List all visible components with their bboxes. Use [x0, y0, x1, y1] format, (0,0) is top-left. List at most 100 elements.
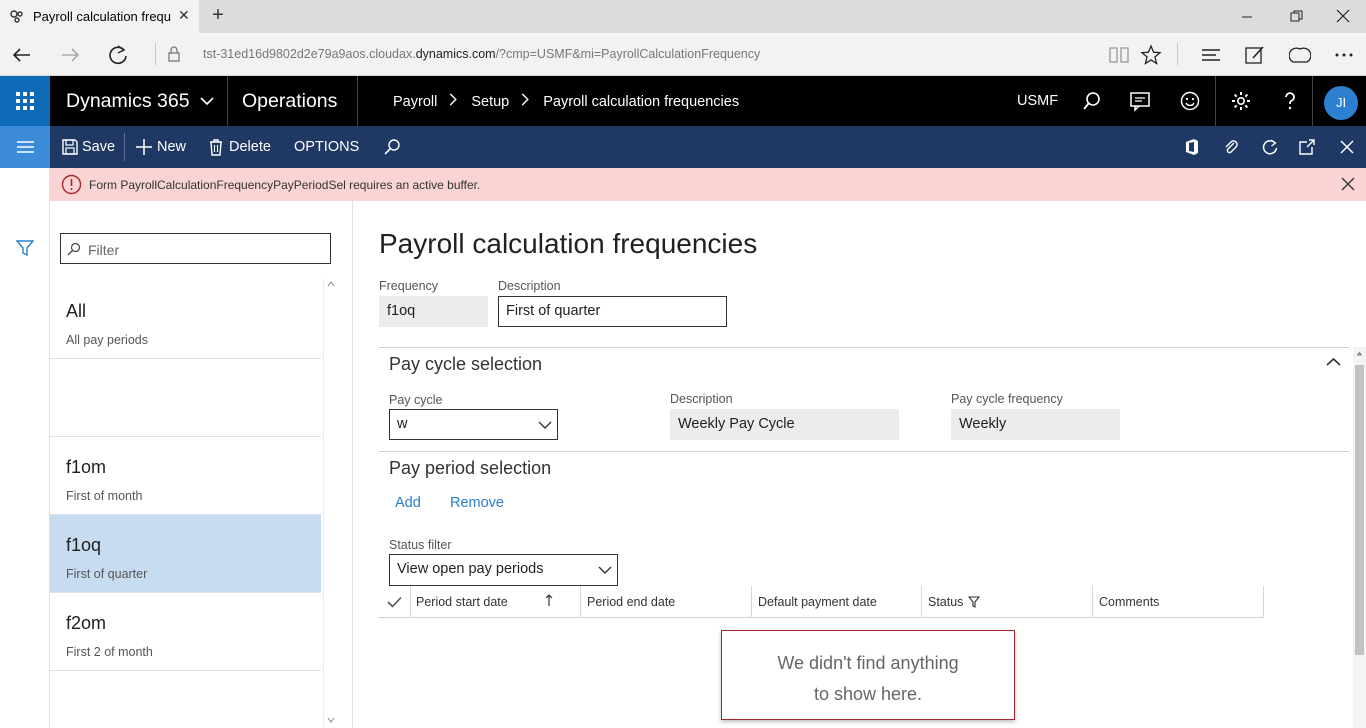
more-options-icon[interactable] — [1333, 44, 1355, 66]
breadcrumb-current[interactable]: Payroll calculation frequencies — [543, 94, 739, 110]
filter-placeholder: Filter — [88, 242, 120, 258]
select-all-column[interactable] — [379, 586, 411, 618]
list-item-title: f1oq — [66, 535, 102, 555]
breadcrumb-payroll[interactable]: Payroll — [393, 94, 437, 110]
topbar-divider — [227, 76, 228, 126]
minimize-window-icon[interactable] — [1241, 11, 1253, 23]
description-label: Description — [498, 279, 561, 293]
delete-button[interactable]: Delete — [229, 139, 271, 155]
app-top-bar: Dynamics 365 Operations Payroll Setup Payr… — [0, 76, 1366, 126]
feedback-smiley-icon[interactable] — [1179, 90, 1201, 112]
close-window-icon[interactable] — [1336, 9, 1350, 23]
open-new-window-icon[interactable] — [1298, 138, 1316, 156]
search-icon — [67, 242, 81, 256]
chevron-up-icon[interactable] — [1326, 357, 1341, 367]
address-divider — [155, 43, 156, 65]
status-filter-dropdown[interactable]: View open pay periods — [389, 554, 618, 586]
options-tab[interactable]: OPTIONS — [294, 139, 359, 155]
trash-icon — [210, 139, 222, 156]
browser-tab[interactable]: Payroll calculation frequ ✕ — [0, 0, 199, 33]
pay-cycle-dropdown[interactable]: w — [389, 409, 558, 440]
error-icon — [61, 174, 82, 195]
dismiss-error-icon[interactable] — [1341, 177, 1355, 191]
search-icon[interactable] — [383, 138, 401, 156]
reading-view-icon[interactable] — [1108, 45, 1130, 65]
search-icon[interactable] — [1081, 90, 1103, 112]
scrollbar-thumb[interactable] — [1355, 365, 1364, 655]
pay-cycle-description-label: Description — [670, 392, 733, 406]
save-button[interactable]: Save — [82, 139, 115, 155]
list-item[interactable]: All All pay periods — [50, 281, 321, 359]
url-field[interactable]: tst-31ed16d9802d2e79a9aos.cloudax.dynami… — [203, 47, 760, 61]
list-item-subtitle: First of quarter — [66, 567, 148, 581]
list-item[interactable] — [50, 359, 321, 437]
office-icon[interactable] — [1183, 138, 1201, 156]
navigation-menu-button[interactable] — [0, 126, 50, 168]
column-header-label: Period end date — [587, 595, 676, 609]
help-question-icon[interactable] — [1279, 90, 1301, 112]
pay-cycle-frequency-field: Weekly — [951, 409, 1120, 440]
column-period-start-date[interactable]: Period start date — [411, 586, 581, 618]
settings-gear-icon[interactable] — [1230, 90, 1252, 112]
error-message-bar: Form PayrollCalculationFrequencyPayPerio… — [50, 168, 1366, 201]
filter-funnel-icon[interactable] — [16, 239, 34, 257]
forward-arrow-icon[interactable] — [56, 41, 84, 69]
user-avatar[interactable]: JI — [1324, 86, 1358, 120]
company-picker[interactable]: USMF — [1017, 93, 1058, 109]
empty-message-line1: We didn't find anything — [777, 653, 959, 673]
remove-button[interactable]: Remove — [450, 495, 504, 511]
messages-icon[interactable] — [1129, 90, 1151, 112]
add-button[interactable]: Add — [395, 495, 421, 511]
close-icon[interactable] — [1338, 138, 1356, 156]
list-item-subtitle: First of month — [66, 489, 143, 503]
browser-tab-strip: Payroll calculation frequ ✕ + — [0, 0, 1366, 33]
list-item[interactable]: f1om First of month — [50, 437, 321, 515]
column-period-end-date[interactable]: Period end date — [581, 586, 752, 618]
share-icon[interactable] — [1289, 44, 1311, 66]
close-tab-icon[interactable]: ✕ — [178, 7, 190, 24]
lock-icon — [168, 46, 180, 62]
chevron-down-icon[interactable] — [199, 93, 215, 109]
list-item-title: f1om — [66, 457, 107, 477]
chevron-down-icon — [598, 566, 612, 574]
back-arrow-icon[interactable] — [8, 41, 36, 69]
pay-cycle-fasttab-header[interactable]: Pay cycle selection — [389, 354, 542, 375]
filter-input[interactable]: Filter — [60, 233, 331, 264]
topbar-divider — [357, 76, 358, 126]
list-item-subtitle: First 2 of month — [66, 645, 153, 659]
app-launcher-button[interactable] — [0, 76, 50, 126]
empty-message-line2: to show here. — [813, 684, 923, 704]
filter-funnel-icon[interactable] — [968, 596, 980, 608]
attachment-icon[interactable] — [1222, 138, 1240, 156]
hub-icon[interactable] — [1200, 45, 1222, 65]
list-item-title: f2om — [66, 613, 107, 633]
breadcrumb-setup[interactable]: Setup — [471, 94, 509, 110]
empty-grid-message: We didn't find anything to show here. — [721, 630, 1015, 720]
pay-periods-grid-header: Period start date Period end date Defaul… — [379, 586, 1264, 618]
brand-title[interactable]: Dynamics 365 — [66, 90, 190, 113]
list-scrollbar[interactable] — [323, 279, 338, 728]
scroll-down-icon[interactable] — [327, 717, 335, 723]
favorite-star-icon[interactable] — [1140, 44, 1162, 66]
web-note-icon[interactable] — [1244, 44, 1266, 66]
refresh-icon[interactable] — [104, 41, 132, 69]
refresh-icon[interactable] — [1261, 138, 1279, 156]
new-tab-button[interactable]: + — [208, 4, 228, 27]
action-pane: Save New Delete OPTIONS — [0, 126, 1366, 168]
scroll-up-icon[interactable] — [327, 281, 335, 287]
pay-period-fasttab-header[interactable]: Pay period selection — [389, 458, 551, 479]
details-scrollbar[interactable] — [1353, 347, 1366, 728]
description-field[interactable]: First of quarter — [498, 296, 727, 327]
column-comments[interactable]: Comments — [1093, 586, 1264, 618]
list-item-selected[interactable]: f1oq First of quarter — [50, 515, 321, 593]
scroll-up-icon[interactable] — [1356, 351, 1363, 356]
column-header-label: Period start date — [416, 595, 508, 609]
list-item[interactable]: f2om First 2 of month — [50, 593, 321, 671]
checkmark-icon — [387, 596, 402, 608]
breadcrumb: Payroll Setup Payroll calculation frequenc… — [393, 93, 739, 110]
new-button[interactable]: New — [157, 139, 186, 155]
column-status[interactable]: Status — [922, 586, 1093, 618]
column-default-payment-date[interactable]: Default payment date — [752, 586, 922, 618]
restore-window-icon[interactable] — [1290, 10, 1303, 23]
module-title[interactable]: Operations — [242, 90, 337, 113]
